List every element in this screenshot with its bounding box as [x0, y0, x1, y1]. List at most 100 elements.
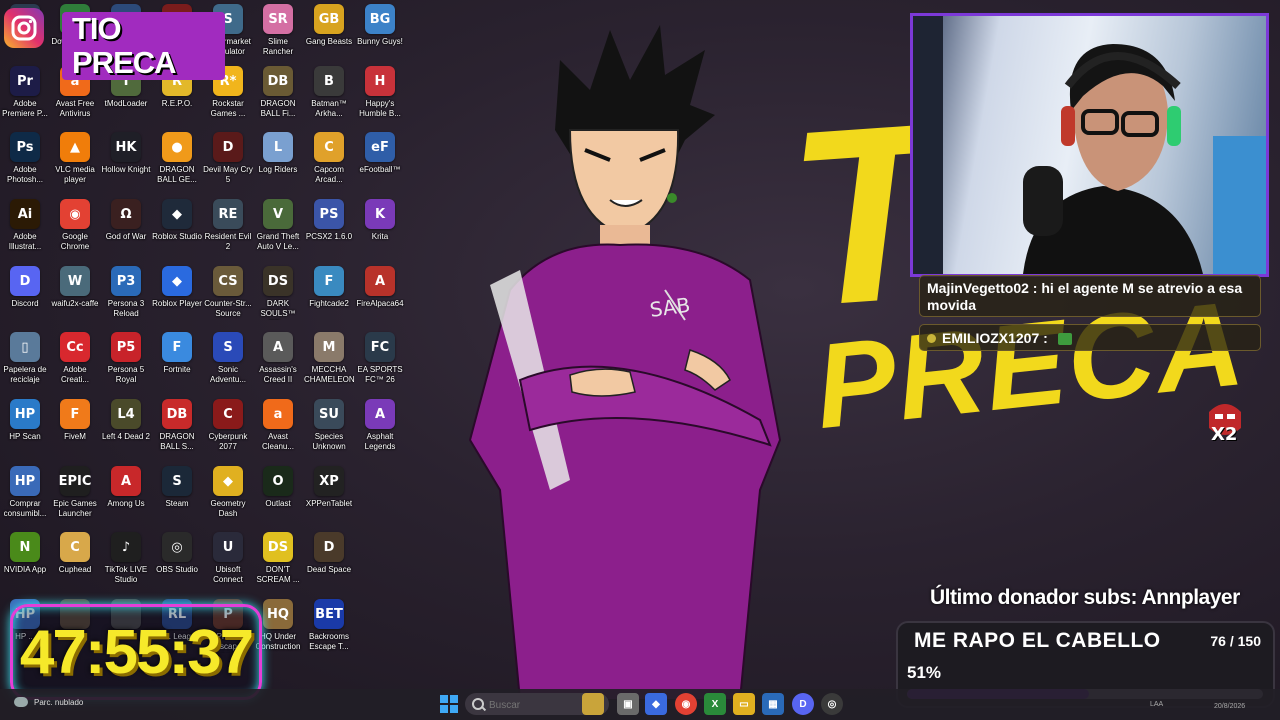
clock-date[interactable]: 20/8/2026 [1214, 703, 1245, 710]
desktop-shortcut[interactable]: HK Hollow Knight [101, 128, 151, 194]
dragonball-icon: DB [263, 66, 293, 96]
desktop-shortcut[interactable]: L4 Left 4 Dead 2 [101, 395, 151, 461]
obs-taskbar-icon[interactable]: ◎ [821, 693, 843, 715]
desktop-shortcut[interactable]: DB DRAGON BALL Fi... [253, 62, 303, 128]
hp-supplies-icon: HP [10, 466, 40, 496]
desktop-shortcut[interactable]: Ai Adobe Illustrat... [0, 195, 50, 261]
batman-icon: B [314, 66, 344, 96]
desktop-shortcut[interactable]: HP Comprar consumibl... [0, 462, 50, 528]
emote-icon [1057, 333, 1072, 346]
desktop-shortcut[interactable]: ♪ TikTok LIVE Studio [101, 528, 151, 594]
desktop-shortcut[interactable]: RE Resident Evil 2 [203, 195, 253, 261]
desktop-shortcut[interactable]: C Cyberpunk 2077 [203, 395, 253, 461]
desktop-shortcut[interactable]: A FireAlpaca64 [355, 262, 405, 328]
file-explorer-icon[interactable]: ▭ [733, 693, 755, 715]
desktop-shortcut[interactable]: C Cuphead [50, 528, 100, 594]
xppen-icon: XP [314, 466, 344, 496]
weather-text[interactable]: Parc. nublado [34, 698, 83, 707]
desktop-shortcut[interactable]: M MECCHA CHAMELEON [304, 328, 354, 394]
desktop-shortcut[interactable]: B Batman™ Arkha... [304, 62, 354, 128]
store-icon[interactable]: ▦ [762, 693, 784, 715]
desktop-shortcut[interactable]: a Avast Cleanu... [253, 395, 303, 461]
resident-evil-icon: RE [213, 199, 243, 229]
desktop-shortcut[interactable]: Cc Adobe Creati... [50, 328, 100, 394]
language-indicator[interactable]: LAA [1150, 701, 1163, 708]
widget-icon[interactable] [582, 693, 604, 715]
desktop-shortcut[interactable]: ◆ Geometry Dash [203, 462, 253, 528]
desktop-shortcut[interactable]: DB DRAGON BALL S... [152, 395, 202, 461]
waifu2x-icon: W [60, 266, 90, 296]
desktop-shortcut[interactable]: Wwaifu2x-caffe [50, 262, 100, 328]
goal-title: ME RAPO EL CABELLO [914, 629, 1161, 652]
desktop-shortcut[interactable]: Pr Adobe Premiere P... [0, 62, 50, 128]
desktop-shortcut[interactable]: F Fightcade2 [304, 262, 354, 328]
desktop-shortcut[interactable]: CS Counter-Str... Source [203, 262, 253, 328]
shortcut-label: eFootball™ [359, 165, 401, 174]
desktop-shortcut[interactable]: V Grand Theft Auto V Le... [253, 195, 303, 261]
shortcut-label: Cyberpunk 2077 [208, 432, 248, 451]
search-input[interactable] [487, 693, 591, 717]
desktop-shortcut[interactable]: ◆ Roblox Studio [152, 195, 202, 261]
desktop-shortcut[interactable]: F FiveM [50, 395, 100, 461]
shortcut-label: Geometry Dash [210, 499, 246, 518]
desktop[interactable]: T PRECA SAB AAuditi...DDownloader+HHUBMS… [0, 0, 1280, 720]
task-view-icon[interactable]: ▣ [617, 693, 639, 715]
desktop-shortcut[interactable]: SR Slime Rancher [253, 0, 303, 66]
desktop-shortcut[interactable]: Ps Adobe Photosh... [0, 128, 50, 194]
shortcut-label: Steam [165, 499, 189, 508]
discord-taskbar-icon[interactable]: D [792, 693, 814, 715]
desktop-shortcut[interactable]: P3 Persona 3 Reload [101, 262, 151, 328]
weather-icon[interactable] [14, 697, 28, 707]
desktop-shortcut[interactable]: FC EA SPORTS FC™ 26 [355, 328, 405, 394]
desktop-shortcut[interactable]: P5 Persona 5 Royal [101, 328, 151, 394]
desktop-shortcut[interactable]: ▯ Papelera de reciclaje [0, 328, 50, 394]
desktop-shortcut[interactable]: H Happy's Humble B... [355, 62, 405, 128]
desktop-shortcut[interactable]: EPIC Epic Games Launcher [50, 462, 100, 528]
desktop-shortcut[interactable]: S Sonic Adventu... [203, 328, 253, 394]
desktop-shortcut[interactable]: C Capcom Arcad... [304, 128, 354, 194]
desktop-shortcut[interactable]: K Krita [355, 195, 405, 261]
shortcut-label: Resident Evil 2 [204, 232, 252, 251]
start-button[interactable] [438, 693, 460, 715]
desktop-shortcut[interactable]: ◆ Roblox Player [152, 262, 202, 328]
desktop-shortcut[interactable]: L Log Riders [253, 128, 303, 194]
shortcut-label: Among Us [107, 499, 145, 508]
cuphead-icon: C [60, 532, 90, 562]
shortcut-label: TikTok LIVE Studio [104, 565, 148, 584]
desktop-shortcut[interactable]: DS DON'T SCREAM ... [253, 528, 303, 594]
desktop-shortcut[interactable]: XP XPPenTablet [304, 462, 354, 528]
desktop-shortcut[interactable]: DS DARK SOULS™ RE... [253, 262, 303, 328]
desktop-shortcut[interactable]: HP HP Scan [0, 395, 50, 461]
desktop-shortcut[interactable]: D Devil May Cry 5 [203, 128, 253, 194]
desktop-shortcut[interactable]: U Ubisoft Connect [203, 528, 253, 594]
shortcut-label: Ubisoft Connect [213, 565, 243, 584]
chrome-taskbar-icon[interactable]: ◉ [675, 693, 697, 715]
desktop-shortcut[interactable]: PS PCSX2 1.6.0 [304, 195, 354, 261]
desktop-shortcut[interactable]: eF eFootball™ [355, 128, 405, 194]
obs-icon: ◎ [162, 532, 192, 562]
desktop-shortcut[interactable]: A Assassin's Creed II [253, 328, 303, 394]
desktop-shortcut[interactable]: A Among Us [101, 462, 151, 528]
desktop-shortcut[interactable]: ▲ VLC media player [50, 128, 100, 194]
desktop-shortcut[interactable]: BG Bunny Guys! [355, 0, 405, 66]
shortcut-label: Sonic Adventu... [209, 365, 247, 384]
desktop-shortcut[interactable]: ◎ OBS Studio [152, 528, 202, 594]
shortcut-label: Capcom Arcad... [314, 165, 344, 184]
copilot-icon[interactable]: ◆ [645, 693, 667, 715]
desktop-shortcut[interactable]: F Fortnite [152, 328, 202, 394]
desktop-shortcut[interactable]: SU Species Unknown [304, 395, 354, 461]
desktop-shortcut[interactable]: S Steam [152, 462, 202, 528]
desktop-shortcut[interactable]: Ω God of War [101, 195, 151, 261]
desktop-shortcut[interactable]: D Discord [0, 262, 50, 328]
xbox-icon[interactable]: X [704, 693, 726, 715]
desktop-shortcut[interactable]: N NVIDIA App [0, 528, 50, 594]
desktop-shortcut[interactable]: ● DRAGON BALL GE... [152, 128, 202, 194]
shortcut-label: MECCHA CHAMELEON [304, 365, 354, 384]
desktop-shortcut[interactable]: GB Gang Beasts [304, 0, 354, 66]
desktop-shortcut[interactable]: ◉ Google Chrome [50, 195, 100, 261]
firealpaca-icon: A [365, 266, 395, 296]
desktop-shortcut[interactable]: A Asphalt Legends [355, 395, 405, 461]
desktop-shortcut[interactable]: O Outlast [253, 462, 303, 528]
desktop-shortcut[interactable]: D Dead Space [304, 528, 354, 594]
desktop-shortcut[interactable]: BET Backrooms Escape T... [304, 595, 354, 661]
